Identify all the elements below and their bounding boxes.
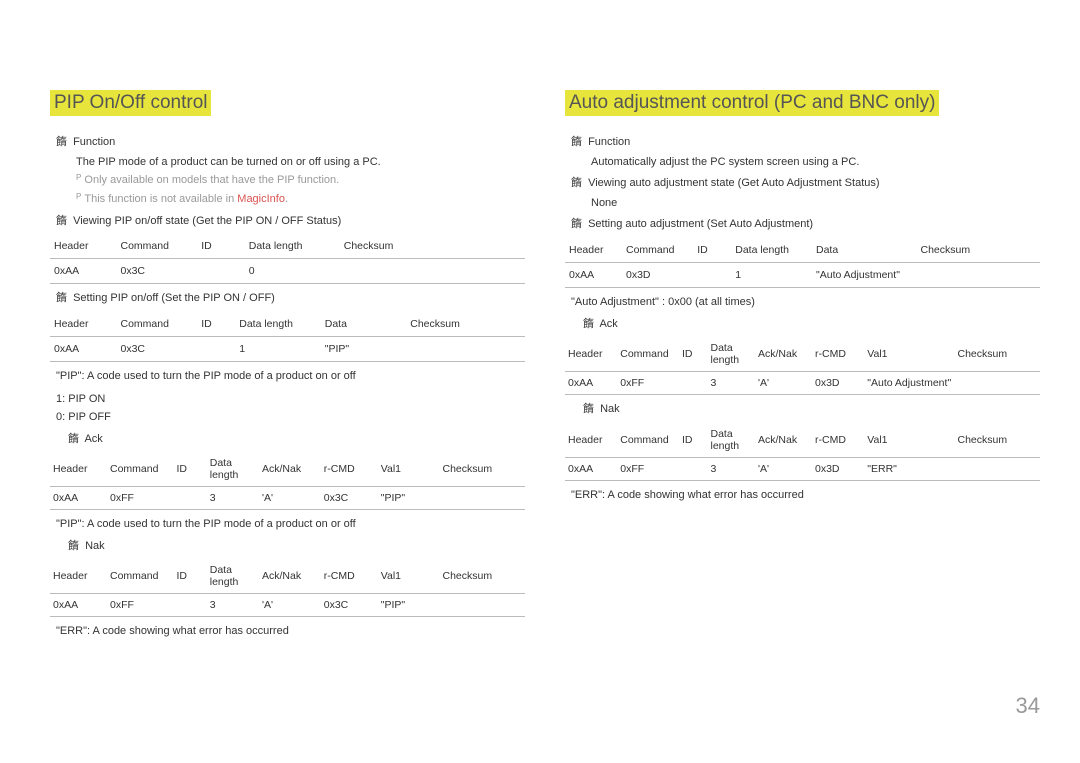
function-bullet: 䭉 Function [56,134,525,152]
nak-label-r: Nak [600,403,620,415]
view-table: HeaderCommandIDData lengthChecksum 0xAA0… [50,234,525,284]
nak-label: Nak [85,540,105,552]
page-number: 34 [1016,693,1040,719]
ack-label-r: Ack [599,318,617,330]
bullet-icon: 䭉 [583,316,597,334]
view-label-r: Viewing auto adjustment state (Get Auto … [588,177,879,189]
pip-on: 1: PIP ON [56,391,525,409]
set-bullet: 䭉 Setting PIP on/off (Set the PIP ON / O… [56,290,525,308]
bullet-icon: 䭉 [68,538,82,556]
magicinfo-text: MagicInfo [237,193,285,205]
nak-table: HeaderCommandIDData lengthAck/Nakr-CMDVa… [50,559,525,617]
section-title-auto: Auto adjustment control (PC and BNC only… [565,90,939,116]
err-desc-left: "ERR": A code showing what error has occ… [56,623,525,641]
ack-bullet-r: 䭉 Ack [583,316,1040,334]
function-label: Function [73,136,115,148]
bullet-icon: 䭉 [56,134,70,152]
function-bullet-r: 䭉 Function [571,134,1040,152]
view-label: Viewing PIP on/off state (Get the PIP ON… [73,215,341,227]
set-label: Setting PIP on/off (Set the PIP ON / OFF… [73,292,275,304]
view-bullet-r: 䭉 Viewing auto adjustment state (Get Aut… [571,175,1040,193]
function-desc-r: Automatically adjust the PC system scree… [591,154,1040,172]
set-table: HeaderCommandIDData lengthDataChecksum 0… [50,312,525,362]
left-column: PIP On/Off control 䭉 Function The PIP mo… [50,90,525,641]
none-text: None [591,195,1040,213]
nak-bullet: 䭉 Nak [68,538,525,556]
err-desc-right: "ERR": A code showing what error has occ… [571,487,1040,505]
bullet-icon: 䭉 [583,401,597,419]
ack-desc: "PIP": A code used to turn the PIP mode … [56,516,525,534]
bullet-icon: 䭉 [571,175,585,193]
bullet-icon: 䭉 [56,213,70,231]
bullet-icon: 䭉 [571,216,585,234]
function-desc: The PIP mode of a product can be turned … [76,154,525,172]
ack-table: HeaderCommandIDData lengthAck/Nakr-CMDVa… [50,452,525,510]
function-label-r: Function [588,136,630,148]
set-label-r: Setting auto adjustment (Set Auto Adjust… [588,218,813,230]
ack-bullet: 䭉 Ack [68,431,525,449]
set-bullet-r: 䭉 Setting auto adjustment (Set Auto Adju… [571,216,1040,234]
note-1: P Only available on models that have the… [76,171,525,190]
view-bullet: 䭉 Viewing PIP on/off state (Get the PIP … [56,213,525,231]
ack-table-r: HeaderCommandIDData lengthAck/Nakr-CMDVa… [565,337,1040,395]
bullet-icon: 䭉 [68,431,82,449]
pip-off: 0: PIP OFF [56,409,525,427]
nak-table-r: HeaderCommandIDData lengthAck/Nakr-CMDVa… [565,423,1040,481]
bullet-icon: 䭉 [571,134,585,152]
right-column: Auto adjustment control (PC and BNC only… [565,90,1040,641]
set-table-r: HeaderCommandIDData lengthDataChecksum 0… [565,238,1040,288]
note-2: P This function is not available in Magi… [76,190,525,209]
auto-adj-note: "Auto Adjustment" : 0x00 (at all times) [571,294,1040,312]
bullet-icon: 䭉 [56,290,70,308]
nak-bullet-r: 䭉 Nak [583,401,1040,419]
pip-desc: "PIP": A code used to turn the PIP mode … [56,368,525,386]
section-title-pip: PIP On/Off control [50,90,211,116]
ack-label: Ack [84,433,102,445]
